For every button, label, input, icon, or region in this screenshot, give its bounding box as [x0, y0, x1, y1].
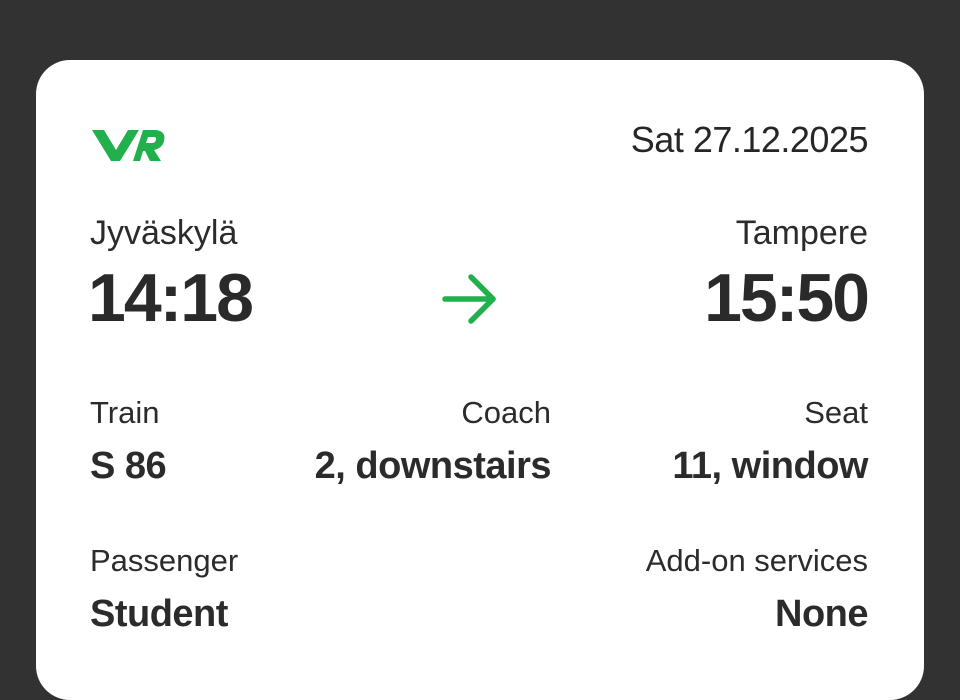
- passenger-label: Passenger: [90, 543, 239, 578]
- train-label: Train: [90, 395, 160, 430]
- arrow-right-icon: [442, 274, 496, 324]
- addon-services-label: Add-on services: [645, 543, 868, 578]
- seat-label: Seat: [804, 395, 868, 430]
- departure-station: Jyväskylä: [90, 214, 238, 252]
- arrival-time: 15:50: [704, 260, 870, 336]
- seat-value: 11, window: [672, 445, 868, 487]
- vr-logo: [92, 130, 165, 161]
- coach-value: 2, downstairs: [314, 445, 552, 487]
- coach-label: Coach: [461, 395, 551, 430]
- travel-date: Sat 27.12.2025: [630, 119, 869, 160]
- ticket-card: Sat 27.12.2025 Jyväskylä 14:18 Tampere 1…: [36, 60, 924, 700]
- addon-services-value: None: [775, 593, 869, 635]
- train-value: S 86: [90, 445, 167, 487]
- passenger-value: Student: [90, 593, 228, 635]
- departure-time: 14:18: [88, 260, 254, 336]
- arrival-station: Tampere: [735, 214, 868, 252]
